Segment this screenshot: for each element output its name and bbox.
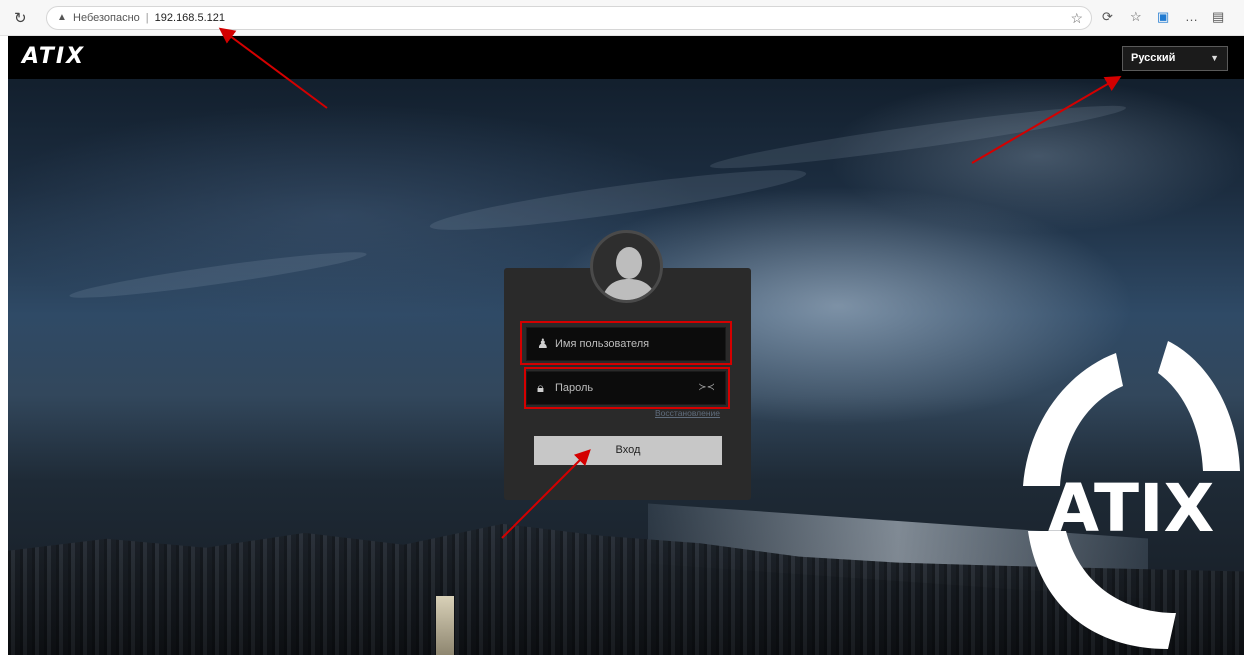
- language-value[interactable]: Русский: [1131, 52, 1175, 64]
- cloud-streak: [427, 159, 809, 241]
- browser-toolbar: ↻ ▲ Небезопасно | 192.168.5.121 ☆ ⟳ ☆ ▣ … …: [0, 0, 1244, 36]
- favorites-icon[interactable]: ☆: [1130, 9, 1142, 25]
- password-highlight-box: [524, 367, 730, 409]
- chevron-down-icon[interactable]: ▼: [1210, 47, 1219, 70]
- reload-icon[interactable]: ↻: [14, 9, 27, 27]
- sidebar-icon[interactable]: ▤: [1212, 9, 1224, 25]
- atix-emblem-logo: ATIX: [1023, 341, 1240, 649]
- collections-icon[interactable]: ▣: [1157, 9, 1169, 25]
- security-label[interactable]: Небезопасно: [73, 12, 140, 24]
- username-highlight-box: [520, 321, 732, 365]
- login-page: ATIX Русский ▼ ♟ Имя пользователя 🔒︎ Пар…: [8, 36, 1244, 655]
- warning-icon[interactable]: ▲: [57, 7, 67, 29]
- emblem-text: ATIX: [1048, 470, 1214, 547]
- avatar-icon: [590, 230, 663, 303]
- login-button[interactable]: Вход: [534, 436, 722, 465]
- cloud-streak: [68, 245, 368, 305]
- cloud-streak: [708, 96, 1128, 178]
- tower-building: [436, 596, 454, 655]
- more-menu-icon[interactable]: …: [1185, 9, 1198, 24]
- top-header: ATIX Русский ▼: [8, 36, 1244, 79]
- address-bar[interactable]: ▲ Небезопасно | 192.168.5.121 ☆: [46, 6, 1092, 30]
- recover-password-link[interactable]: Восстановление: [655, 408, 720, 418]
- extensions-icon[interactable]: ⟳: [1102, 9, 1113, 25]
- address-separator: |: [145, 12, 149, 24]
- url-text[interactable]: 192.168.5.121: [155, 12, 225, 24]
- brand-logo[interactable]: ATIX: [22, 44, 85, 69]
- language-select[interactable]: Русский ▼: [1122, 46, 1228, 71]
- favorite-star-icon[interactable]: ☆: [1070, 7, 1083, 29]
